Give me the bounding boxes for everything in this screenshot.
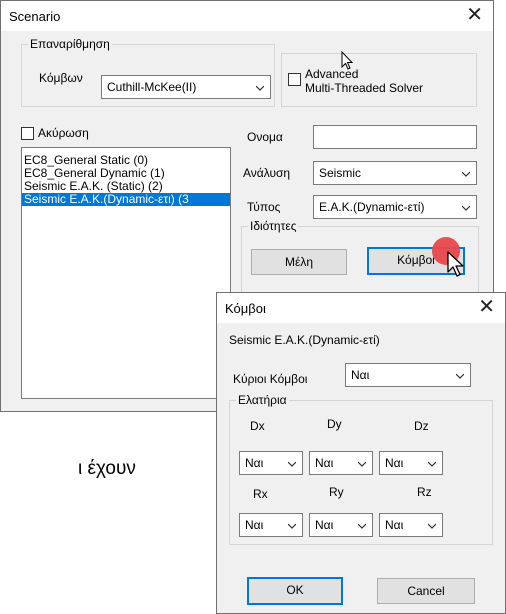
chevron-down-icon bbox=[428, 461, 436, 467]
rz-label: Rz bbox=[417, 485, 432, 499]
text-cursor-icon bbox=[341, 50, 354, 70]
dy-select[interactable]: Ναι bbox=[309, 451, 373, 475]
rx-value: Ναι bbox=[245, 518, 264, 532]
chevron-down-icon bbox=[358, 461, 366, 467]
scenario-list[interactable]: EC8_General Static (0) EC8_General Dynam… bbox=[21, 147, 231, 399]
nodes-heading: Seismic E.A.K.(Dynamic-ετί) bbox=[229, 333, 380, 347]
chevron-down-icon bbox=[456, 373, 464, 379]
main-nodes-value: Ναι bbox=[351, 368, 370, 382]
dz-select[interactable]: Ναι bbox=[379, 451, 443, 475]
type-label: Τύπος bbox=[247, 200, 281, 214]
analysis-value: Seismic bbox=[319, 166, 362, 180]
type-select[interactable]: E.A.K.(Dynamic-ετί) bbox=[313, 195, 477, 219]
rx-label: Rx bbox=[253, 487, 268, 501]
nodes-renumber-label: Κόμβων bbox=[39, 71, 83, 85]
chevron-down-icon bbox=[358, 523, 366, 529]
cancel-button[interactable]: Cancel bbox=[377, 578, 475, 604]
dz-label: Dz bbox=[414, 419, 429, 433]
chevron-down-icon bbox=[288, 523, 296, 529]
members-button[interactable]: Μέλη bbox=[251, 249, 347, 275]
close-icon[interactable]: ✕ bbox=[466, 5, 483, 25]
properties-legend: Ιδιότητες bbox=[250, 219, 297, 233]
type-value: E.A.K.(Dynamic-ετί) bbox=[319, 200, 425, 214]
dx-label: Dx bbox=[250, 419, 265, 433]
springs-legend: Ελατήρια bbox=[238, 393, 287, 407]
dz-value: Ναι bbox=[385, 456, 404, 470]
dx-value: Ναι bbox=[245, 456, 264, 470]
dy-label: Dy bbox=[327, 417, 342, 431]
rx-select[interactable]: Ναι bbox=[239, 513, 303, 537]
nodes-title: Κόμβοι bbox=[225, 301, 266, 316]
chevron-down-icon bbox=[462, 205, 470, 211]
chevron-down-icon bbox=[256, 85, 264, 91]
name-label: Ονομα bbox=[247, 130, 283, 144]
dx-select[interactable]: Ναι bbox=[239, 451, 303, 475]
chevron-down-icon bbox=[462, 171, 470, 177]
cancel-checkbox[interactable] bbox=[21, 127, 34, 140]
analysis-select[interactable]: Seismic bbox=[313, 161, 477, 185]
ok-button[interactable]: OK bbox=[247, 577, 343, 605]
rz-value: Ναι bbox=[385, 518, 404, 532]
scenario-title: Scenario bbox=[9, 9, 61, 24]
renumbering-legend: Επαναρίθμηση bbox=[30, 37, 110, 51]
main-nodes-label: Κύριοι Κόμβοι bbox=[233, 372, 308, 386]
ry-value: Ναι bbox=[315, 518, 334, 532]
ry-label: Ry bbox=[329, 485, 344, 499]
scenario-titlebar[interactable]: Scenario ✕ bbox=[1, 1, 493, 31]
dy-value: Ναι bbox=[315, 456, 334, 470]
cancel-checkbox-label: Ακύρωση bbox=[38, 126, 89, 140]
advanced-solver-label-2: Multi-Threaded Solver bbox=[305, 81, 424, 95]
list-item-selected[interactable]: Seismic E.A.K.(Dynamic-ετι) (3 bbox=[22, 193, 230, 206]
nodes-dialog: Κόμβοι ✕ Seismic E.A.K.(Dynamic-ετί) Κύρ… bbox=[216, 292, 506, 614]
ry-select[interactable]: Ναι bbox=[309, 513, 373, 537]
main-nodes-select[interactable]: Ναι bbox=[345, 363, 471, 387]
chevron-down-icon bbox=[428, 523, 436, 529]
advanced-solver-checkbox[interactable] bbox=[288, 73, 301, 86]
nodes-titlebar[interactable]: Κόμβοι ✕ bbox=[217, 293, 505, 323]
close-icon[interactable]: ✕ bbox=[478, 297, 495, 317]
name-field[interactable] bbox=[313, 125, 477, 149]
pointer-cursor-icon bbox=[447, 251, 464, 277]
renumber-method-value: Cuthill-McKee(II) bbox=[107, 80, 197, 94]
background-document-text: ι έχουν bbox=[78, 458, 136, 479]
analysis-label: Ανάλυση bbox=[243, 166, 291, 180]
rz-select[interactable]: Ναι bbox=[379, 513, 443, 537]
renumber-method-select[interactable]: Cuthill-McKee(II) bbox=[101, 75, 271, 99]
chevron-down-icon bbox=[288, 461, 296, 467]
